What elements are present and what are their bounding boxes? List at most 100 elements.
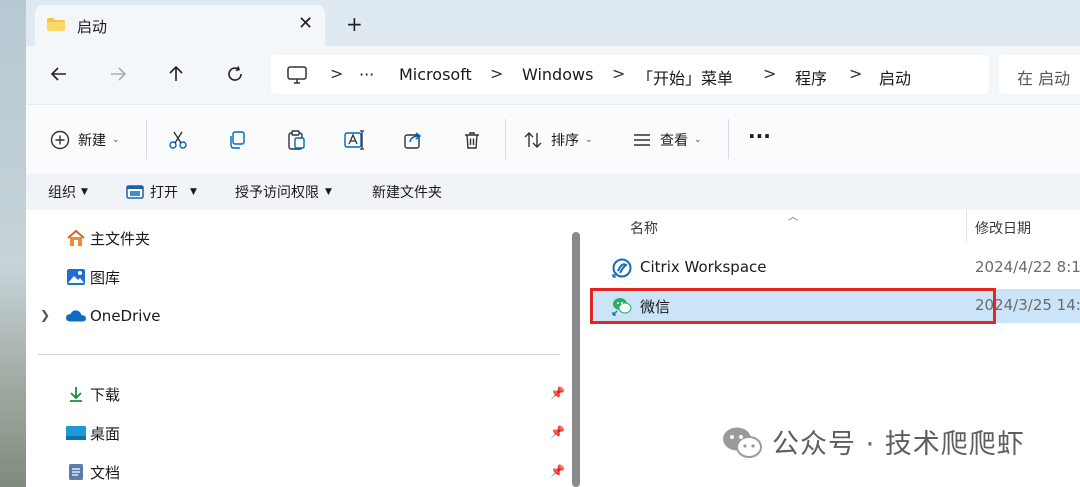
desktop-background xyxy=(0,0,26,487)
breadcrumb-more[interactable]: ··· xyxy=(359,65,374,84)
delete-button[interactable] xyxy=(462,125,482,155)
share-icon xyxy=(404,132,422,149)
nav-item-label: 下载 xyxy=(90,385,121,404)
rename-icon xyxy=(344,130,364,150)
close-tab-icon[interactable]: ✕ xyxy=(298,13,313,34)
breadcrumb-windows[interactable]: Windows xyxy=(522,65,593,84)
more-options-button[interactable]: ··· xyxy=(748,121,771,151)
forward-button[interactable] xyxy=(104,60,132,88)
chevron-right-icon: > xyxy=(330,64,344,83)
chevron-down-icon: ⌄ xyxy=(585,135,593,145)
up-button[interactable] xyxy=(162,60,190,88)
desktop-icon xyxy=(66,423,86,443)
open-menu[interactable]: 打开 ▼ xyxy=(126,182,197,202)
new-tab-button[interactable]: + xyxy=(346,12,363,36)
arrow-up-icon xyxy=(169,65,183,81)
nav-item-label: 主文件夹 xyxy=(90,229,151,248)
open-label: 打开 xyxy=(150,185,178,201)
caret-down-icon: ▼ xyxy=(81,187,88,197)
nav-item-label: 图库 xyxy=(90,268,121,287)
scissors-icon xyxy=(169,131,187,149)
address-row: > ··· Microsoft > Windows > 「开始」菜单 > 程序 … xyxy=(26,46,1080,104)
nav-item-onedrive[interactable]: OneDrive xyxy=(66,304,161,328)
document-icon xyxy=(66,462,86,482)
arrow-left-icon xyxy=(50,67,66,81)
grant-access-menu[interactable]: 授予访问权限 ▼ xyxy=(235,182,332,202)
gallery-icon xyxy=(66,267,86,287)
pin-icon[interactable]: 📌 xyxy=(550,464,565,478)
organize-menu[interactable]: 组织 ▼ xyxy=(48,182,88,202)
tab-strip: 启动 ✕ + xyxy=(26,0,1080,46)
breadcrumb-microsoft[interactable]: Microsoft xyxy=(399,65,472,84)
watermark-text: 公众号 · 技术爬爬虾 xyxy=(772,429,1025,460)
sort-label: 排序 xyxy=(551,133,579,149)
new-folder-button[interactable]: 新建文件夹 xyxy=(372,182,442,202)
cut-button[interactable] xyxy=(168,125,188,155)
nav-divider xyxy=(38,354,560,355)
copy-icon xyxy=(230,131,245,149)
trash-icon xyxy=(465,132,479,149)
column-separator[interactable] xyxy=(966,210,967,242)
column-header-name[interactable]: 名称 xyxy=(630,218,658,238)
command-bar: 新建 ⌄ 排序 ⌄ 查看 ⌄ ··· xyxy=(26,104,1080,175)
caret-down-icon: ▼ xyxy=(325,187,332,197)
sort-up-icon: ︿ xyxy=(788,212,798,223)
nav-item-documents[interactable]: 文档 xyxy=(66,460,120,484)
clipboard-icon xyxy=(288,130,305,150)
home-icon xyxy=(66,228,86,248)
nav-item-label: 桌面 xyxy=(90,424,121,443)
nav-item-home[interactable]: 主文件夹 xyxy=(66,226,150,250)
search-placeholder: 在 启动 xyxy=(1017,69,1071,88)
file-name: Citrix Workspace xyxy=(640,258,767,276)
sort-button[interactable]: 排序 ⌄ xyxy=(523,125,593,155)
file-explorer-window: 启动 ✕ + > ··· Microsoft > Windows > 「开始」菜… xyxy=(26,0,1080,487)
nav-item-label: OneDrive xyxy=(90,307,161,325)
breadcrumb-start-menu[interactable]: 「开始」菜单 xyxy=(637,65,733,89)
share-button[interactable] xyxy=(403,125,423,155)
address-bar[interactable]: > ··· Microsoft > Windows > 「开始」菜单 > 程序 … xyxy=(271,55,989,94)
nav-scrollbar[interactable] xyxy=(572,232,580,487)
nav-item-downloads[interactable]: 下载 xyxy=(66,382,120,406)
download-icon xyxy=(66,384,86,404)
onedrive-cloud-icon xyxy=(66,306,86,326)
pin-icon[interactable]: 📌 xyxy=(550,386,565,400)
new-label: 新建 xyxy=(78,133,106,149)
watermark: 公众号 · 技术爬爬虾 xyxy=(722,422,1025,461)
breadcrumb-startup[interactable]: 启动 xyxy=(879,65,911,89)
navigation-pane: 主文件夹 图库 ❯ OneDrive 下载 📌 桌面 📌 文档 📌 xyxy=(26,210,588,487)
view-label: 查看 xyxy=(660,133,688,149)
wechat-icon xyxy=(723,427,762,458)
view-list-icon xyxy=(634,134,650,146)
new-button[interactable]: 新建 ⌄ xyxy=(50,125,120,155)
chevron-right-icon: > xyxy=(849,64,863,83)
view-button[interactable]: 查看 ⌄ xyxy=(632,125,702,155)
search-box[interactable]: 在 启动 xyxy=(999,55,1080,94)
plus-circle-icon xyxy=(50,130,70,150)
rename-button[interactable] xyxy=(344,125,366,155)
nav-item-label: 文档 xyxy=(90,463,121,482)
copy-button[interactable] xyxy=(227,125,247,155)
red-highlight-box xyxy=(590,288,996,324)
back-button[interactable] xyxy=(45,60,73,88)
nav-item-gallery[interactable]: 图库 xyxy=(66,265,120,289)
grant-access-label: 授予访问权限 xyxy=(235,185,319,201)
chevron-right-icon[interactable]: ❯ xyxy=(40,308,50,322)
menu-bar: 组织 ▼ 打开 ▼ 授予访问权限 ▼ 新建文件夹 xyxy=(26,174,1080,210)
nav-item-desktop[interactable]: 桌面 xyxy=(66,421,120,445)
app-window-icon xyxy=(126,185,144,199)
paste-button[interactable] xyxy=(286,125,306,155)
pin-icon[interactable]: 📌 xyxy=(550,425,565,439)
tab-startup[interactable]: 启动 ✕ xyxy=(35,5,325,46)
refresh-button[interactable] xyxy=(221,60,249,88)
breadcrumb-programs[interactable]: 程序 xyxy=(795,65,827,89)
tab-title: 启动 xyxy=(77,18,108,36)
file-row[interactable]: Citrix Workspace 2024/4/22 8:10 xyxy=(594,251,1080,285)
caret-down-icon: ▼ xyxy=(190,187,197,197)
chevron-right-icon: > xyxy=(612,64,626,83)
organize-label: 组织 xyxy=(48,185,76,201)
column-header-modified[interactable]: 修改日期 xyxy=(975,218,1031,238)
folder-icon xyxy=(47,18,65,31)
new-folder-label: 新建文件夹 xyxy=(372,185,442,201)
divider xyxy=(505,119,506,159)
arrow-right-icon xyxy=(111,67,127,81)
